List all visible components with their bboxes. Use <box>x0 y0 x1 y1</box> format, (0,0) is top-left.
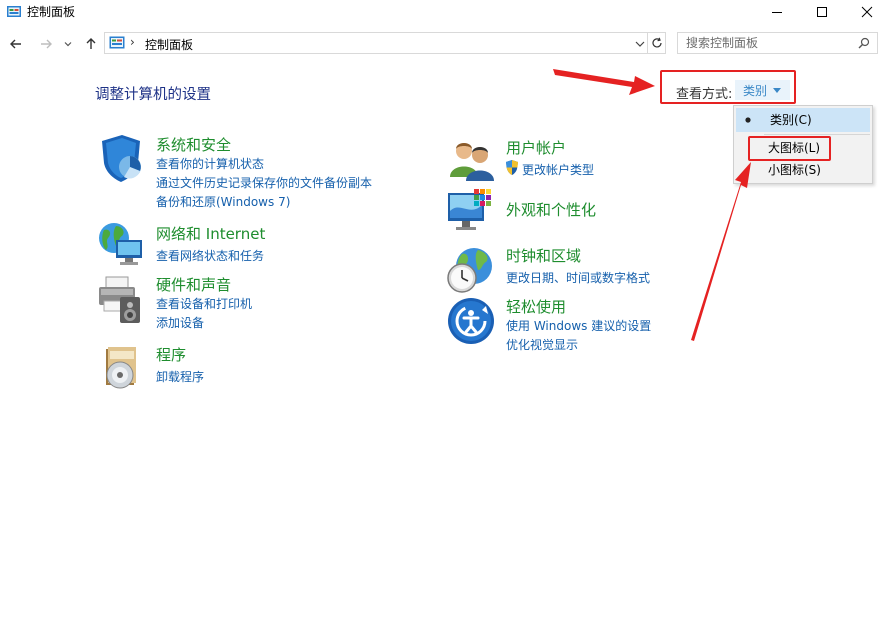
category-appearance-personalization[interactable]: 外观和个性化 <box>506 199 596 220</box>
minimize-icon <box>772 12 782 13</box>
link-file-history-backup[interactable]: 通过文件历史记录保存你的文件备份副本 <box>156 174 372 191</box>
close-button[interactable] <box>845 0 889 24</box>
back-arrow-icon <box>10 39 21 49</box>
refresh-button[interactable] <box>648 32 666 54</box>
appearance-personalization-icon[interactable] <box>446 187 496 237</box>
category-ease-of-access[interactable]: 轻松使用 <box>506 296 566 317</box>
link-uninstall-program[interactable]: 卸载程序 <box>156 368 204 385</box>
category-programs[interactable]: 程序 <box>156 344 186 365</box>
category-network-internet[interactable]: 网络和 Internet <box>156 223 265 244</box>
search-icon[interactable] <box>858 37 870 49</box>
link-view-devices-printers[interactable]: 查看设备和打印机 <box>156 295 252 312</box>
link-add-device[interactable]: 添加设备 <box>156 314 204 331</box>
control-panel-app-icon <box>7 6 21 17</box>
annotation-arrow-to-view-by <box>553 69 655 95</box>
annotation-highlight-large-icons <box>748 136 831 161</box>
menu-item-category[interactable]: 类别(C) <box>736 108 870 132</box>
shield-icon[interactable] <box>96 133 146 183</box>
breadcrumb-control-panel[interactable]: 控制面板 <box>145 36 193 53</box>
menu-item-label: 小图标(S) <box>768 163 821 177</box>
window-title: 控制面板 <box>27 5 76 19</box>
programs-disc-icon[interactable] <box>96 343 146 393</box>
refresh-icon <box>651 37 662 48</box>
back-button[interactable] <box>6 34 26 54</box>
link-change-date-time-format[interactable]: 更改日期、时间或数字格式 <box>506 269 650 286</box>
forward-arrow-icon <box>41 39 52 49</box>
address-bar[interactable]: › 控制面板 <box>104 32 648 54</box>
search-input[interactable] <box>686 36 846 50</box>
up-button[interactable] <box>81 34 101 54</box>
network-globe-icon[interactable] <box>96 220 146 270</box>
menu-item-small-icons[interactable]: 小图标(S) <box>734 158 872 182</box>
chevron-down-icon <box>64 42 72 47</box>
recent-locations-button[interactable] <box>61 34 75 54</box>
uac-shield-icon <box>506 160 518 175</box>
close-icon <box>861 6 873 18</box>
selected-bullet-icon <box>745 117 751 123</box>
category-system-security[interactable]: 系统和安全 <box>156 134 231 155</box>
forward-button[interactable] <box>36 34 56 54</box>
link-use-windows-recommended-settings[interactable]: 使用 Windows 建议的设置 <box>506 317 651 334</box>
link-view-computer-status[interactable]: 查看你的计算机状态 <box>156 155 264 172</box>
maximize-icon <box>817 7 827 17</box>
menu-item-label: 类别(C) <box>770 113 812 127</box>
maximize-button[interactable] <box>800 0 844 24</box>
category-clock-region[interactable]: 时钟和区域 <box>506 245 581 266</box>
annotation-highlight-view-by <box>660 70 796 104</box>
category-hardware-sound[interactable]: 硬件和声音 <box>156 274 231 295</box>
search-box[interactable] <box>677 32 878 54</box>
ease-of-access-icon[interactable] <box>446 296 496 346</box>
link-change-account-type[interactable]: 更改帐户类型 <box>522 161 594 178</box>
user-accounts-icon[interactable] <box>446 133 496 183</box>
address-history-chevron-icon[interactable] <box>635 39 645 49</box>
link-view-network-status[interactable]: 查看网络状态和任务 <box>156 247 264 264</box>
printer-speaker-icon[interactable] <box>96 275 146 325</box>
menu-separator <box>764 134 870 135</box>
minimize-button[interactable] <box>755 0 799 24</box>
link-backup-restore[interactable]: 备份和还原(Windows 7) <box>156 193 290 210</box>
up-arrow-icon <box>86 38 96 49</box>
clock-globe-icon[interactable] <box>446 244 496 294</box>
category-user-accounts[interactable]: 用户帐户 <box>506 137 566 158</box>
link-optimize-visual-display[interactable]: 优化视觉显示 <box>506 336 578 353</box>
breadcrumb-separator: › <box>130 35 135 49</box>
control-panel-location-icon <box>109 36 125 49</box>
annotation-arrow-to-large-icons <box>691 162 751 341</box>
page-title: 调整计算机的设置 <box>95 87 211 103</box>
